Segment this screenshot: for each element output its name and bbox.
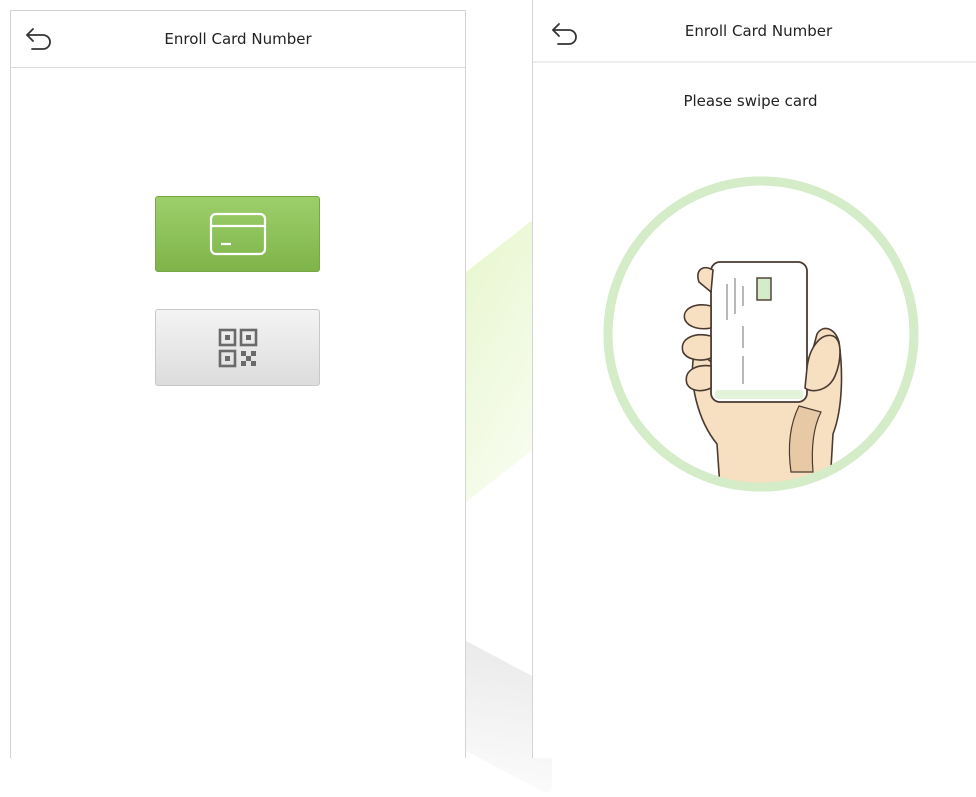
back-button[interactable] — [23, 23, 55, 55]
page-title: Enroll Card Number — [684, 21, 833, 40]
header: Enroll Card Number — [11, 11, 465, 68]
hand-holding-card-icon — [603, 176, 919, 492]
swipe-card-screen: Enroll Card Number Please swipe card — [532, 0, 976, 758]
back-button[interactable] — [549, 18, 581, 50]
qr-code-option-button[interactable] — [155, 309, 320, 386]
back-arrow-icon — [552, 23, 577, 45]
qr-code-icon — [218, 328, 257, 367]
card-option-button[interactable] — [155, 196, 320, 272]
page-title: Enroll Card Number — [164, 30, 312, 48]
card-icon — [209, 212, 266, 256]
back-arrow-icon — [26, 28, 51, 50]
swipe-prompt: Please swipe card — [683, 92, 818, 110]
enroll-card-options-screen: Enroll Card Number — [10, 10, 466, 758]
header: Enroll Card Number — [533, 0, 976, 63]
